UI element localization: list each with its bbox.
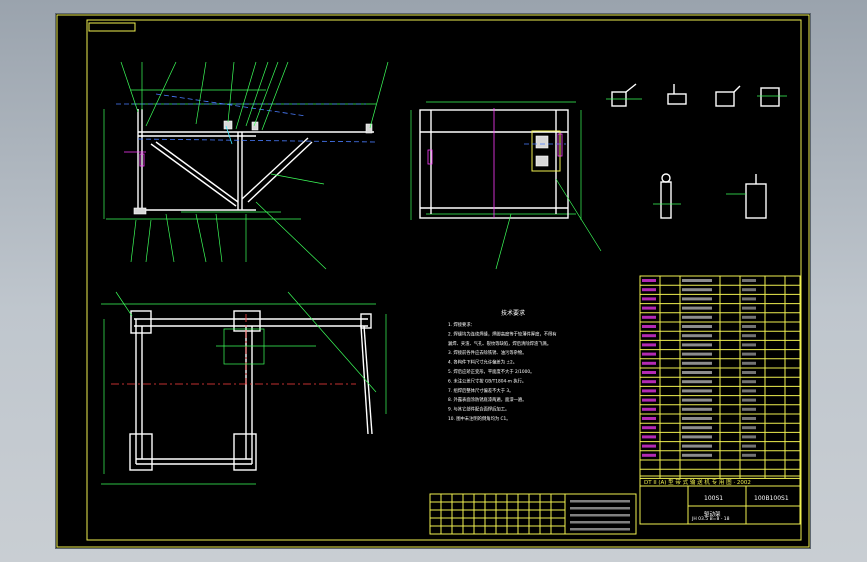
tech-req-line: 1. 焊接要求： (448, 321, 475, 328)
revision-table (429, 493, 637, 535)
drawing-number-tag-box (88, 22, 136, 32)
tech-req-line: 2. 焊缝均为连续焊缝，焊脚高度等于较薄件厚度，不得有 (448, 330, 557, 337)
front-view (103, 61, 389, 270)
tech-req-line: 9. 与其它部件配合面焊后加工。 (448, 406, 509, 413)
title-block: DT II (A) 型 带 式 输 送 机 专 用 图 · 2002 100S1… (639, 475, 801, 525)
section-views (606, 83, 787, 219)
cad-drawing: 技术要求 1. 焊接要求： 2. 焊缝均为连续焊缝，焊脚高度等于较薄件厚度，不得有… (56, 14, 810, 548)
title-block-company: DT II (A) 型 带 式 输 送 机 专 用 图 · 2002 (644, 478, 751, 486)
tech-req-line: 6. 未注公差尺寸按 GB/T1804-m 执行。 (448, 377, 526, 384)
cad-model-viewport[interactable]: 技术要求 1. 焊接要求： 2. 焊缝均为连续焊缝，焊脚高度等于较薄件厚度，不得有… (56, 14, 810, 548)
tech-req-line: 5. 焊后应矫正变形，平面度不大于 2/1000。 (448, 368, 534, 375)
title-block-drawing-no: 100S1 (704, 495, 723, 502)
technical-requirements: 技术要求 1. 焊接要求： 2. 焊缝均为连续焊缝，焊脚高度等于较薄件厚度，不得有… (448, 309, 557, 422)
tech-req-line: 4. 各构件下料尺寸允许偏差为 ±2。 (448, 359, 517, 366)
parts-list (639, 275, 801, 479)
tech-req-line: 7. 组焊后整体尺寸偏差不大于 3。 (448, 387, 513, 394)
tech-req-line: 漏焊、夹渣、气孔、裂纹等缺陷，焊后清除焊渣飞溅。 (448, 340, 551, 347)
tech-req-line: 8. 外露表面涂防锈底漆两遍，面漆一遍。 (448, 396, 527, 403)
tech-req-title: 技术要求 (501, 309, 525, 317)
side-view (410, 101, 602, 270)
title-block-spec: JH 03.5 B=8 - 18 (691, 516, 730, 522)
tech-req-line: 10. 图中未注明的倒角均为 C1。 (448, 415, 511, 422)
title-block-code: 100B100S1 (754, 495, 789, 502)
top-view (101, 291, 387, 485)
tech-req-line: 3. 焊接前各件应去除铁锈、油污等杂物。 (448, 349, 527, 356)
